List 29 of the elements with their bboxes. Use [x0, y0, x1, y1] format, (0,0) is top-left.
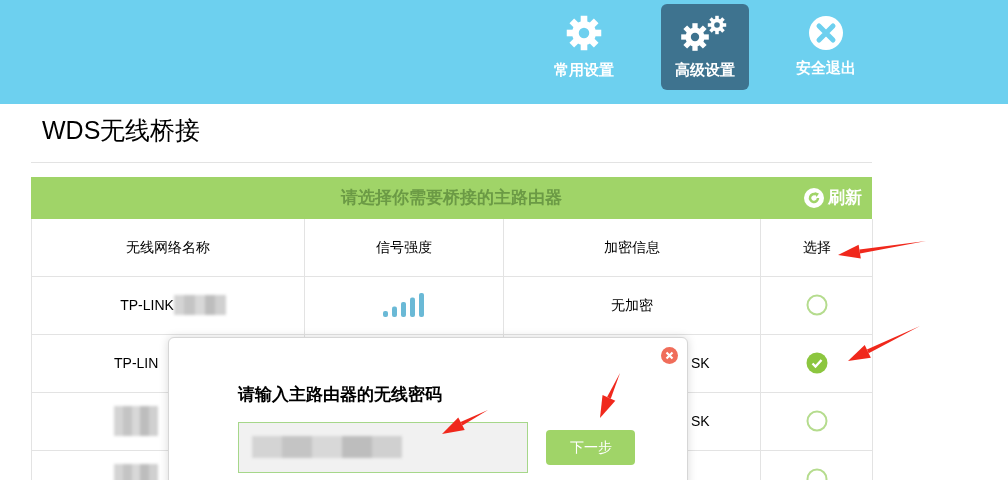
table-cell-text: TP-LINK [120, 295, 174, 315]
password-field[interactable] [238, 421, 528, 473]
next-button[interactable]: 下一步 [546, 429, 635, 465]
radio-button[interactable] [805, 352, 828, 374]
nav-tab[interactable]: 高级设置 [661, 4, 749, 90]
close-icon [808, 14, 844, 51]
column-header: 无线网络名称 [32, 218, 305, 277]
arrow [600, 373, 620, 418]
table-cell-text: SK [691, 411, 710, 431]
table-cell-text: TP-LIN [114, 353, 159, 373]
refresh-icon [804, 187, 824, 208]
nav-tab[interactable]: 常用设置 [540, 4, 628, 90]
close-icon[interactable] [661, 347, 678, 364]
column-header: 信号强度 [305, 218, 504, 277]
redacted-patch [114, 406, 158, 436]
table-cell-text: SK [691, 353, 710, 373]
signal-icon [383, 293, 425, 317]
refresh-button[interactable]: 刷新 [804, 184, 862, 211]
radio-button[interactable] [805, 294, 828, 316]
radio-button[interactable] [805, 410, 828, 432]
arrow [442, 410, 488, 434]
dialog-title: 请输入主路由器的无线密码 [238, 384, 442, 406]
page-title: WDS无线桥接 [31, 104, 872, 163]
banner-text: 请选择你需要桥接的主路由器 [341, 186, 562, 209]
redacted-patch [173, 295, 226, 315]
nav-tab[interactable]: 安全退出 [782, 4, 870, 90]
gear-icon [566, 15, 602, 50]
table-cell-text: 无加密 [611, 295, 653, 315]
column-header: 加密信息 [504, 218, 761, 277]
